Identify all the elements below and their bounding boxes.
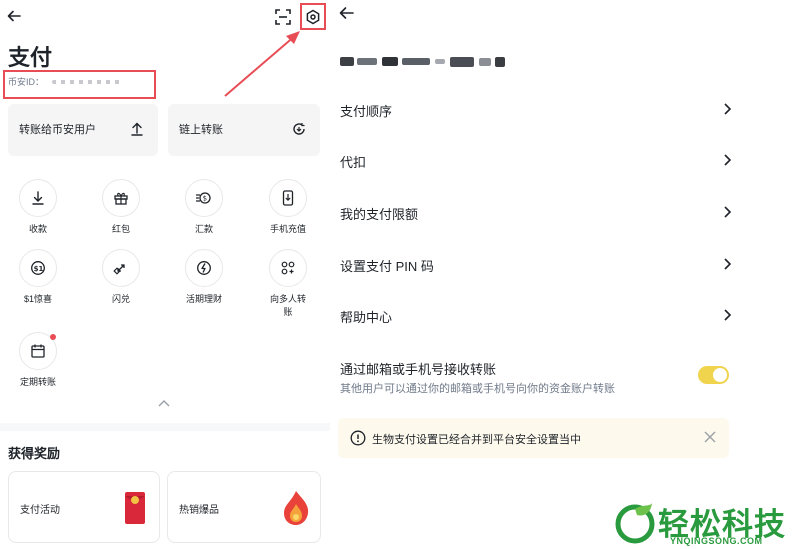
row-label: 设置支付 PIN 码 <box>340 259 434 274</box>
brand-logo-icon <box>615 503 655 544</box>
payment-order-row[interactable]: 支付顺序 <box>340 99 735 123</box>
payment-screen: 支付 币安ID： 转账给币安用户 链上转账 收款 红包 $ 汇款 手机充值 $1… <box>0 0 330 549</box>
payment-settings-screen: 支付顺序 代扣 我的支付限额 设置支付 PIN 码 帮助中心 通过邮箱或手机号接… <box>330 0 800 549</box>
phone-topup-icon <box>269 179 307 217</box>
chevron-right-icon <box>719 101 735 117</box>
grid-label: $1惊喜 <box>23 294 52 304</box>
settings-icon[interactable] <box>300 3 326 30</box>
mobile-topup-button[interactable]: 手机充值 <box>258 179 318 236</box>
watermark: 轻松科技 YNQINGSONG.COM <box>610 497 800 549</box>
email-transfer-subtitle: 其他用户可以通过你的邮箱或手机号向你的资金账户转账 <box>340 383 615 395</box>
rewards-section-title: 获得奖励 <box>8 446 61 461</box>
download-icon <box>19 179 57 217</box>
account-name-blurred <box>340 54 510 68</box>
transfer-to-binance-user-card[interactable]: 转账给币安用户 <box>8 104 158 156</box>
grid-label: 收款 <box>28 224 47 234</box>
uid-value-blurred <box>52 80 122 84</box>
dollar-coin-icon: $1 <box>19 249 57 287</box>
swap-icon <box>102 249 140 287</box>
calendar-icon <box>19 332 57 370</box>
receive-button[interactable]: 收款 <box>8 179 68 236</box>
batch-transfer-icon <box>269 249 307 287</box>
back-arrow-icon[interactable] <box>4 6 24 26</box>
watermark-url: YNQINGSONG.COM <box>670 536 763 546</box>
chevron-right-icon <box>719 152 735 168</box>
email-transfer-toggle[interactable] <box>698 366 729 384</box>
hot-products-card[interactable]: 热销爆品 <box>167 471 321 543</box>
auto-debit-row[interactable]: 代扣 <box>340 150 735 174</box>
grid-label: 向多人转账 <box>269 294 306 317</box>
one-dollar-surprise-button[interactable]: $1 $1惊喜 <box>8 249 68 306</box>
grid-label: 手机充值 <box>269 224 306 234</box>
chevron-up-icon[interactable] <box>155 396 173 410</box>
svg-text:$1: $1 <box>34 265 44 273</box>
set-pin-row[interactable]: 设置支付 PIN 码 <box>340 254 735 278</box>
recurring-transfer-button[interactable]: 定期转账 <box>8 332 68 389</box>
notice-banner: 生物支付设置已经合并到平台安全设置当中 <box>338 418 729 458</box>
grid-label: 定期转账 <box>19 377 56 387</box>
row-label: 帮助中心 <box>340 310 393 325</box>
chain-transfer-icon <box>290 120 308 138</box>
batch-transfer-button[interactable]: 向多人转账 <box>258 249 318 319</box>
convert-button[interactable]: 闪兑 <box>91 249 151 306</box>
grid-label: 闪兑 <box>111 294 130 304</box>
red-packet-button[interactable]: 红包 <box>91 179 151 236</box>
grid-label: 红包 <box>111 224 130 234</box>
page-title: 支付 <box>8 45 53 70</box>
close-icon[interactable] <box>703 430 717 444</box>
hot-flame-icon <box>282 490 310 526</box>
help-center-row[interactable]: 帮助中心 <box>340 305 735 329</box>
annotation-arrow-icon <box>224 31 300 97</box>
reward-label: 热销爆品 <box>179 505 219 516</box>
red-envelope-icon <box>125 490 145 524</box>
info-icon <box>350 430 366 446</box>
onchain-transfer-card[interactable]: 链上转账 <box>168 104 320 156</box>
section-divider <box>0 423 330 431</box>
remittance-icon: $ <box>185 179 223 217</box>
svg-text:$: $ <box>203 195 207 203</box>
chevron-right-icon <box>719 307 735 323</box>
payment-activity-card[interactable]: 支付活动 <box>8 471 160 543</box>
payment-limit-row[interactable]: 我的支付限额 <box>340 202 735 226</box>
row-label: 支付顺序 <box>340 104 393 119</box>
chevron-right-icon <box>719 256 735 272</box>
row-label: 我的支付限额 <box>340 207 419 222</box>
notification-dot <box>50 334 56 340</box>
upload-icon <box>128 120 146 138</box>
grid-label: 汇款 <box>194 224 213 234</box>
grid-label: 活期理财 <box>185 294 222 304</box>
back-arrow-icon[interactable] <box>336 4 356 22</box>
card-label: 链上转账 <box>179 124 223 136</box>
remittance-button[interactable]: $ 汇款 <box>174 179 234 236</box>
row-label: 代扣 <box>340 155 367 170</box>
flexible-savings-icon <box>185 249 223 287</box>
scan-icon[interactable] <box>272 6 294 28</box>
toggle-knob <box>713 368 727 382</box>
email-transfer-title: 通过邮箱或手机号接收转账 <box>340 362 497 377</box>
chevron-right-icon <box>719 204 735 220</box>
card-label: 转账给币安用户 <box>19 124 96 136</box>
reward-label: 支付活动 <box>20 505 60 516</box>
gift-icon <box>102 179 140 217</box>
uid-label: 币安ID： <box>8 77 45 87</box>
notice-text: 生物支付设置已经合并到平台安全设置当中 <box>372 434 581 446</box>
flexible-savings-button[interactable]: 活期理财 <box>174 249 234 306</box>
